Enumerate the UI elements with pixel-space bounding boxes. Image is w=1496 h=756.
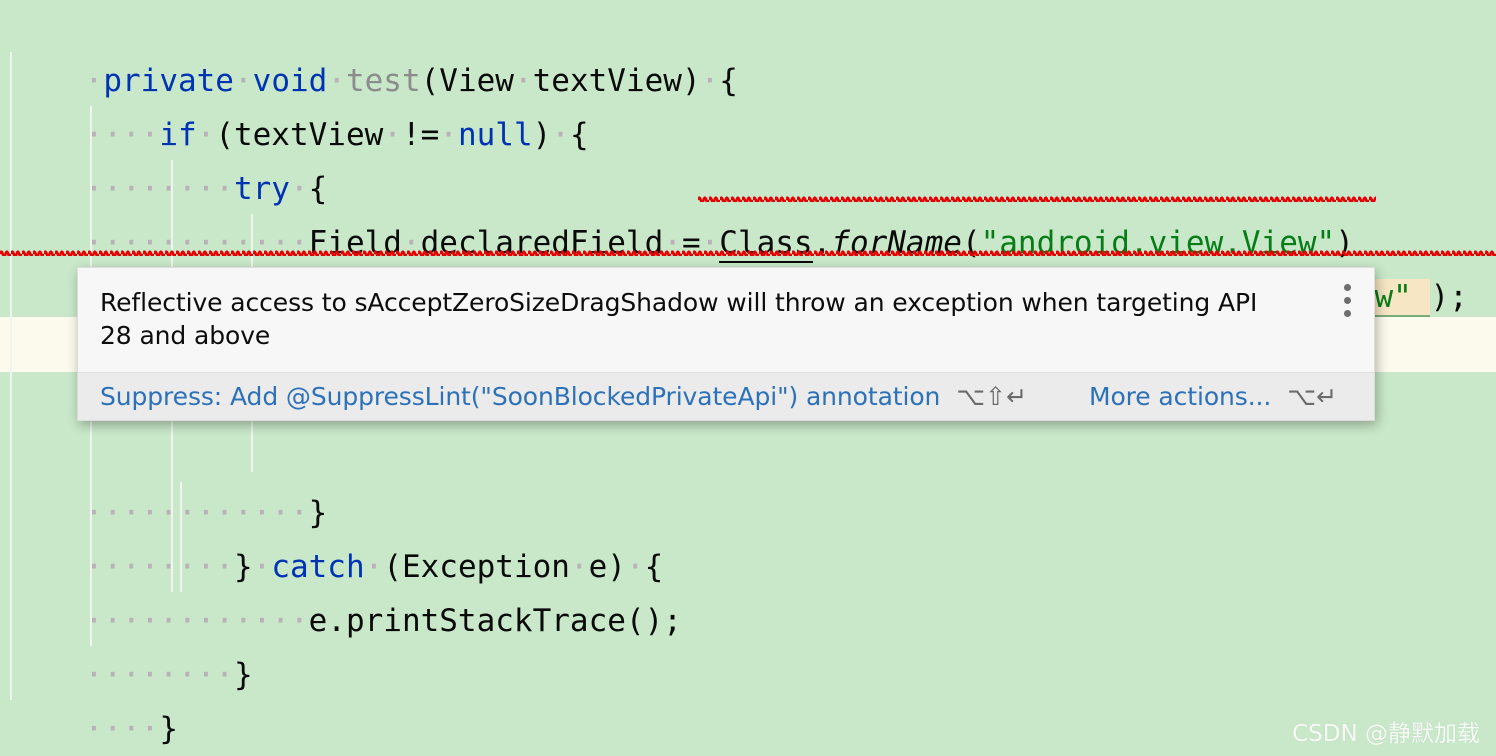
code-token-brace: { <box>569 117 589 153</box>
code-line[interactable]: ············} <box>10 432 328 531</box>
suppress-action-shortcut: ⌥⇧↵ <box>956 382 1027 411</box>
suppress-action-link[interactable]: Suppress: Add @SuppressLint("SoonBlocked… <box>100 382 940 411</box>
kebab-dot <box>1344 310 1351 317</box>
more-actions-shortcut: ⌥↵ <box>1287 382 1338 411</box>
tooltip-action-bar: Suppress: Add @SuppressLint("SoonBlocked… <box>78 372 1374 420</box>
whitespace-dot: · <box>700 63 720 99</box>
whitespace-dot: · <box>551 117 570 153</box>
code-line[interactable]: ········try·{ <box>10 108 328 207</box>
code-line[interactable]: ·private·void·test(View·textView)·{ <box>10 0 738 99</box>
code-token-operator: != <box>401 117 440 153</box>
kebab-menu-icon[interactable] <box>1344 284 1354 323</box>
whitespace-dot: · <box>383 117 402 153</box>
whitespace-dot: · <box>439 117 458 153</box>
watermark: CSDN @静默加载 <box>1292 721 1480 747</box>
code-editor[interactable]: ·private·void·test(View·textView)·{ ····… <box>0 0 1496 756</box>
code-token-paren: ) <box>532 117 552 153</box>
code-line[interactable]: ········}·catch·(Exception·e)·{ <box>10 486 664 585</box>
tooltip-message: Reflective access to sAcceptZeroSizeDrag… <box>100 288 1258 350</box>
code-token-null: null <box>457 117 533 153</box>
more-actions-link[interactable]: More actions... <box>1089 382 1271 411</box>
code-token-printstacktrace[interactable]: e.printStackTrace(); <box>309 603 682 639</box>
error-squiggle <box>0 248 1496 256</box>
inspection-tooltip[interactable]: Reflective access to sAcceptZeroSizeDrag… <box>77 267 1375 421</box>
code-token-terminator: ); <box>1430 279 1468 315</box>
code-line[interactable]: } <box>10 702 103 756</box>
code-line[interactable]: ····} <box>10 648 178 747</box>
tooltip-message-area: Reflective access to sAcceptZeroSizeDrag… <box>78 268 1374 372</box>
code-token-brace: } <box>233 657 253 693</box>
code-token-brace: { <box>719 63 738 99</box>
code-line[interactable]: ····if·(textView·!=·null)·{ <box>10 54 589 153</box>
code-line[interactable]: ············e.printStackTrace(); <box>10 540 682 639</box>
code-token-brace: } <box>159 711 178 747</box>
kebab-dot <box>1344 297 1351 304</box>
code-line[interactable]: ········} <box>10 594 253 693</box>
code-line[interactable]: ············Field·declaredField·=·Class.… <box>10 162 1354 263</box>
kebab-dot <box>1344 284 1351 291</box>
code-line[interactable]: ····················.getDeclaredField(na… <box>10 216 1468 317</box>
error-squiggle <box>698 194 1376 202</box>
